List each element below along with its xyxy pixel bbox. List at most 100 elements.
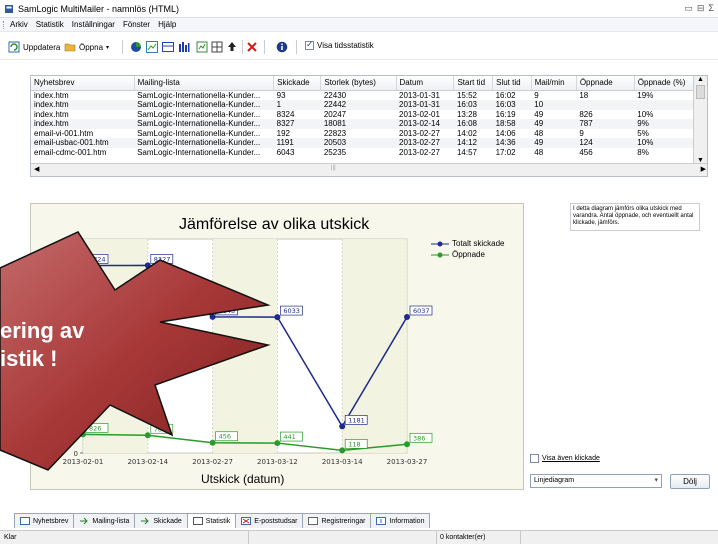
menu-arkiv[interactable]: Arkiv (10, 20, 28, 29)
close-icon[interactable]: Σ (708, 3, 714, 14)
table-cell: email-vi-001.htm (34, 128, 94, 138)
table-row[interactable]: email-cdmc-001.htm SamLogic-Internationel… (31, 148, 695, 158)
y-tick-label: 8000 (60, 270, 78, 278)
col-header[interactable]: Öppnade (576, 76, 635, 91)
open-button[interactable]: Öppna ▾ (64, 41, 109, 53)
show-clicked-toggle[interactable]: Visa även klickade (530, 454, 600, 463)
data-point (209, 439, 216, 446)
table-cell: 20503 (320, 138, 396, 148)
table-cell: 16:03 (453, 100, 493, 110)
status-divider (520, 531, 521, 544)
data-point (404, 441, 410, 448)
col-header[interactable]: Nyhetsbrev (31, 76, 135, 91)
table-cell: SamLogic-Internationella-Kunder... (134, 119, 274, 129)
y-tick-label: 1000 (60, 427, 78, 435)
report-icon[interactable] (196, 41, 208, 53)
x-tick-label: 2013-03-14 (322, 458, 363, 466)
col-header[interactable]: Mailing-lista (134, 76, 275, 91)
chart-type-select[interactable]: Linjediagram ▾ (530, 474, 662, 488)
plot-band (212, 239, 278, 453)
table-horizontal-scrollbar[interactable]: ◀ ||| ▶ (31, 163, 707, 176)
tab-e-poststudsar[interactable]: E-poststudsar (235, 513, 304, 528)
delete-icon[interactable] (246, 41, 258, 53)
window-controls: ▭ ⊟ Σ (684, 3, 714, 14)
col-header[interactable]: Slut tid (492, 76, 532, 91)
col-header[interactable]: Start tid (453, 76, 494, 91)
title-bar: SamLogic MultiMailer - namnlös (HTML) ▭ … (0, 0, 718, 18)
col-header[interactable]: Datum (396, 76, 455, 91)
pie-chart-icon[interactable] (130, 41, 142, 53)
data-point (144, 432, 151, 439)
toolbar-separator (296, 40, 297, 54)
data-point (404, 314, 410, 321)
menu-hjalp[interactable]: Hjälp (158, 20, 176, 29)
tab-registreringar[interactable]: Registreringar (302, 513, 372, 528)
data-label: 826 (89, 424, 101, 432)
toolbar: Uppdatera Öppna ▾ Visa tidsstatistik (0, 32, 718, 60)
data-point (274, 440, 281, 447)
table-cell: 93 (276, 90, 286, 100)
col-header[interactable]: Mail/min (531, 76, 577, 91)
tab-mailing-lista[interactable]: Mailing-lista (73, 513, 136, 528)
show-time-stats-checkbox[interactable] (305, 39, 314, 50)
grid-icon[interactable] (211, 41, 223, 53)
restore-icon[interactable]: ⊟ (697, 3, 705, 14)
data-label: 787 (154, 425, 166, 433)
tab-statistik[interactable]: Statistik (186, 513, 237, 528)
table-cell: 14:36 (492, 138, 532, 148)
table-cell: 22823 (323, 128, 347, 138)
scroll-up-icon[interactable]: ▲ (694, 76, 707, 83)
table-cell: 14:06 (495, 128, 516, 138)
minimize-icon[interactable]: ▭ (684, 3, 693, 14)
x-tick-label: 2013-02-27 (192, 458, 233, 466)
table-row[interactable]: index.htm SamLogic-Internationella-Kunder… (31, 90, 695, 100)
menu-installningar[interactable]: Inställningar (72, 20, 115, 29)
col-header[interactable]: Storlek (bytes) (320, 76, 397, 91)
chart-info-text: I detta diagram jämförs olika utskick me… (570, 203, 700, 231)
menu-fonster[interactable]: Fönster (123, 20, 150, 29)
x-axis-title: Utskick (datum) (201, 472, 285, 486)
scroll-thumb[interactable] (696, 85, 705, 99)
data-label: 441 (283, 433, 295, 441)
hide-button[interactable]: Dölj (670, 474, 710, 489)
update-button[interactable]: Uppdatera (8, 41, 60, 53)
show-time-stats-toggle[interactable]: Visa tidsstatistik (305, 39, 374, 50)
data-point (209, 313, 216, 320)
table-row[interactable]: email-usbac-001.htm SamLogic-Internatione… (31, 138, 695, 148)
upload-icon[interactable] (226, 41, 238, 53)
bounce-icon (241, 517, 252, 525)
table-cell: 5% (637, 128, 649, 138)
tab-nyhetsbrev[interactable]: Nyhetsbrev (14, 513, 75, 528)
tab-information[interactable]: Information (370, 513, 431, 528)
table-vertical-scrollbar[interactable]: ▲ ▼ (693, 76, 707, 164)
menu-statistik[interactable]: Statistik (36, 20, 64, 29)
table-cell: 14:57 (456, 147, 477, 157)
table-cell: 25235 (323, 147, 347, 157)
table-cell: 2013-02-14 (396, 119, 454, 129)
table-row[interactable]: index.htm SamLogic-Internationella-Kunder… (31, 110, 695, 120)
table-cell: 18:58 (492, 119, 532, 129)
show-clicked-checkbox[interactable] (530, 454, 539, 463)
data-point (80, 431, 86, 438)
table-cell: 17:02 (495, 147, 516, 157)
scroll-thumb-grip-icon[interactable]: ||| (331, 165, 336, 171)
table-icon[interactable] (162, 41, 174, 53)
line-chart-icon[interactable] (146, 41, 158, 53)
bar-chart-icon[interactable] (178, 41, 190, 53)
registration-icon (308, 517, 319, 525)
data-label: 6043 (219, 307, 236, 315)
table-cell: 14:02 (456, 128, 477, 138)
newsletter-icon (20, 517, 30, 525)
table-row[interactable]: index.htm SamLogic-Internationella-Kunder… (31, 100, 695, 110)
table-cell: SamLogic-Internationella-Kunder... (137, 128, 261, 138)
table-row[interactable]: index.htm SamLogic-Internationella-Kunder… (31, 119, 695, 129)
scroll-left-icon[interactable]: ◀ (34, 165, 39, 173)
table-row[interactable]: email-vi-001.htm SamLogic-Internationella… (31, 129, 695, 139)
plot-band (83, 239, 148, 453)
scroll-right-icon[interactable]: ▶ (701, 165, 706, 173)
table-cell: 9 (579, 128, 584, 138)
col-header[interactable]: Skickade (273, 76, 322, 91)
col-header[interactable]: Öppnade (%) (634, 76, 696, 91)
tab-skickade[interactable]: Skickade (134, 513, 188, 528)
info-icon[interactable] (276, 41, 288, 53)
